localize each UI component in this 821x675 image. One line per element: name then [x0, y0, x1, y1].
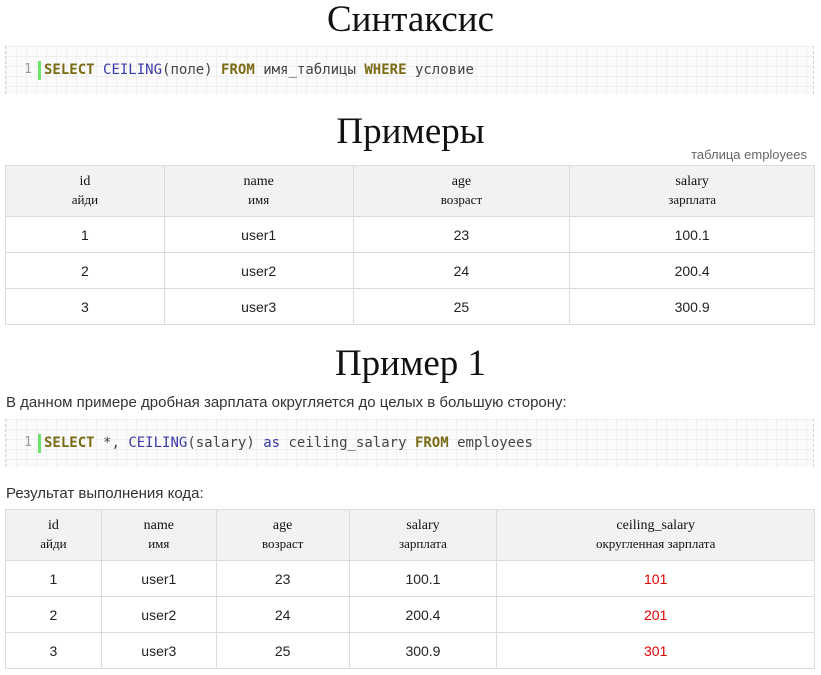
code-keyword: FROM [221, 62, 255, 78]
line-number: 1 [24, 435, 32, 450]
table-cell: 3 [5, 288, 165, 325]
page: Синтаксис 1 SELECT CEILING(поле) FROM им… [0, 0, 821, 675]
gutter-bar [38, 434, 41, 453]
table-cell: user1 [163, 216, 354, 253]
table-cell: 2 [5, 252, 165, 289]
table-cell: 300.9 [569, 288, 815, 325]
table-row: 3 user3 25 300.9 [5, 288, 815, 325]
table-cell: user3 [100, 632, 217, 669]
table-cell: 23 [215, 560, 350, 597]
example1-description: В данном примере дробная зарплата округл… [6, 394, 567, 411]
column-header-id: id айди [5, 165, 165, 217]
examples-heading: Примеры [336, 111, 485, 152]
column-header-subtitle: возраст [440, 192, 483, 207]
table-row: 2 user2 24 200.4 201 [5, 596, 815, 633]
syntax-code-block: 1 SELECT CEILING(поле) FROM имя_таблицы … [5, 46, 814, 94]
table-cell: 100.1 [569, 216, 815, 253]
code-text: *, [103, 435, 120, 451]
table-header-row: id айди name имя age возраст salary зарплата [5, 165, 815, 217]
code-text: имя_таблицы [263, 62, 356, 78]
employees-table: id айди name имя age возраст salary зарплата 1u… [5, 165, 815, 325]
table-cell: 2 [5, 596, 102, 633]
table-cell: 24 [352, 252, 571, 289]
column-header-name: name [243, 174, 274, 189]
column-header-age: age возраст [215, 509, 350, 561]
gutter-bar [38, 61, 41, 80]
column-header-salary: salary зарплата [348, 509, 498, 561]
result-label: Результат выполнения кода: [6, 485, 204, 502]
table-cell: 301 [496, 632, 815, 669]
table-cell: user1 [100, 560, 217, 597]
table-cell: 25 [215, 632, 350, 669]
code-text: условие [414, 62, 474, 78]
example1-heading: Пример 1 [334, 343, 487, 384]
code-keyword: SELECT [44, 435, 95, 451]
syntax-heading: Синтаксис [326, 0, 495, 40]
column-header-subtitle: имя [148, 536, 170, 551]
table-cell: 1 [5, 216, 165, 253]
column-header-name: name имя [163, 165, 354, 217]
code-function: CEILING [128, 435, 188, 451]
table-row: 1 user1 23 100.1 101 [5, 560, 815, 597]
code-line: SELECT *, CEILING(salary) as ceiling_sal… [44, 419, 533, 467]
column-header-subtitle: айди [71, 192, 99, 207]
table-cell: user3 [163, 288, 354, 325]
table-row: 2 user2 24 200.4 [5, 252, 815, 289]
code-text: employees [457, 435, 533, 451]
column-header-name: name имя [100, 509, 217, 561]
code-text: ceiling_salary [288, 435, 407, 451]
result-table: id айди name имя age возраст salary зарплата cei… [5, 509, 815, 669]
code-text: (поле) [162, 62, 213, 78]
column-header-name: age [451, 174, 472, 189]
table-cell: 23 [352, 216, 571, 253]
table-caption: таблица employees [691, 147, 807, 162]
column-header-subtitle: зарплата [399, 536, 447, 551]
code-keyword: WHERE [364, 62, 407, 78]
column-header-name: age [272, 518, 293, 533]
line-number: 1 [24, 62, 32, 77]
code-keyword-as: as [263, 435, 281, 451]
column-header-subtitle: возраст [261, 536, 304, 551]
code-keyword: SELECT [44, 62, 95, 78]
table-cell: 1 [5, 560, 102, 597]
table-cell: 200.4 [569, 252, 815, 289]
column-header-salary: salary зарплата [569, 165, 815, 217]
table-cell: 100.1 [348, 560, 498, 597]
table-cell: 300.9 [348, 632, 498, 669]
column-header-subtitle: округленная зарплата [595, 536, 716, 551]
table-cell: 3 [5, 632, 102, 669]
column-header-id: id айди [5, 509, 102, 561]
table-cell: 200.4 [348, 596, 498, 633]
column-header-name: salary [675, 174, 709, 189]
column-header-subtitle: зарплата [668, 192, 717, 207]
table-row: 1 user1 23 100.1 [5, 216, 815, 253]
code-function: CEILING [103, 62, 163, 78]
column-header-subtitle: имя [248, 192, 270, 207]
table-header-row: id айди name имя age возраст salary зарплата cei… [5, 509, 815, 561]
table-cell: user2 [100, 596, 217, 633]
code-keyword: FROM [414, 435, 449, 451]
table-cell: 24 [215, 596, 350, 633]
example1-code-block: 1 SELECT *, CEILING(salary) as ceiling_s… [5, 419, 814, 467]
column-header-subtitle: айди [40, 536, 67, 551]
table-cell: 101 [496, 560, 815, 597]
column-header-ceiling-salary: ceiling_salary округленная зарплата [496, 509, 815, 561]
column-header-name: id [79, 174, 91, 189]
column-header-name: id [47, 518, 59, 533]
column-header-age: age возраст [352, 165, 571, 217]
column-header-name: name [143, 518, 174, 533]
code-line: SELECT CEILING(поле) FROM имя_таблицы WH… [44, 46, 474, 94]
code-text: (salary) [187, 435, 255, 451]
table-cell: 201 [496, 596, 815, 633]
table-row: 3 user3 25 300.9 301 [5, 632, 815, 669]
column-header-name: ceiling_salary [616, 518, 695, 533]
table-cell: user2 [163, 252, 354, 289]
column-header-name: salary [406, 518, 440, 533]
table-cell: 25 [352, 288, 571, 325]
